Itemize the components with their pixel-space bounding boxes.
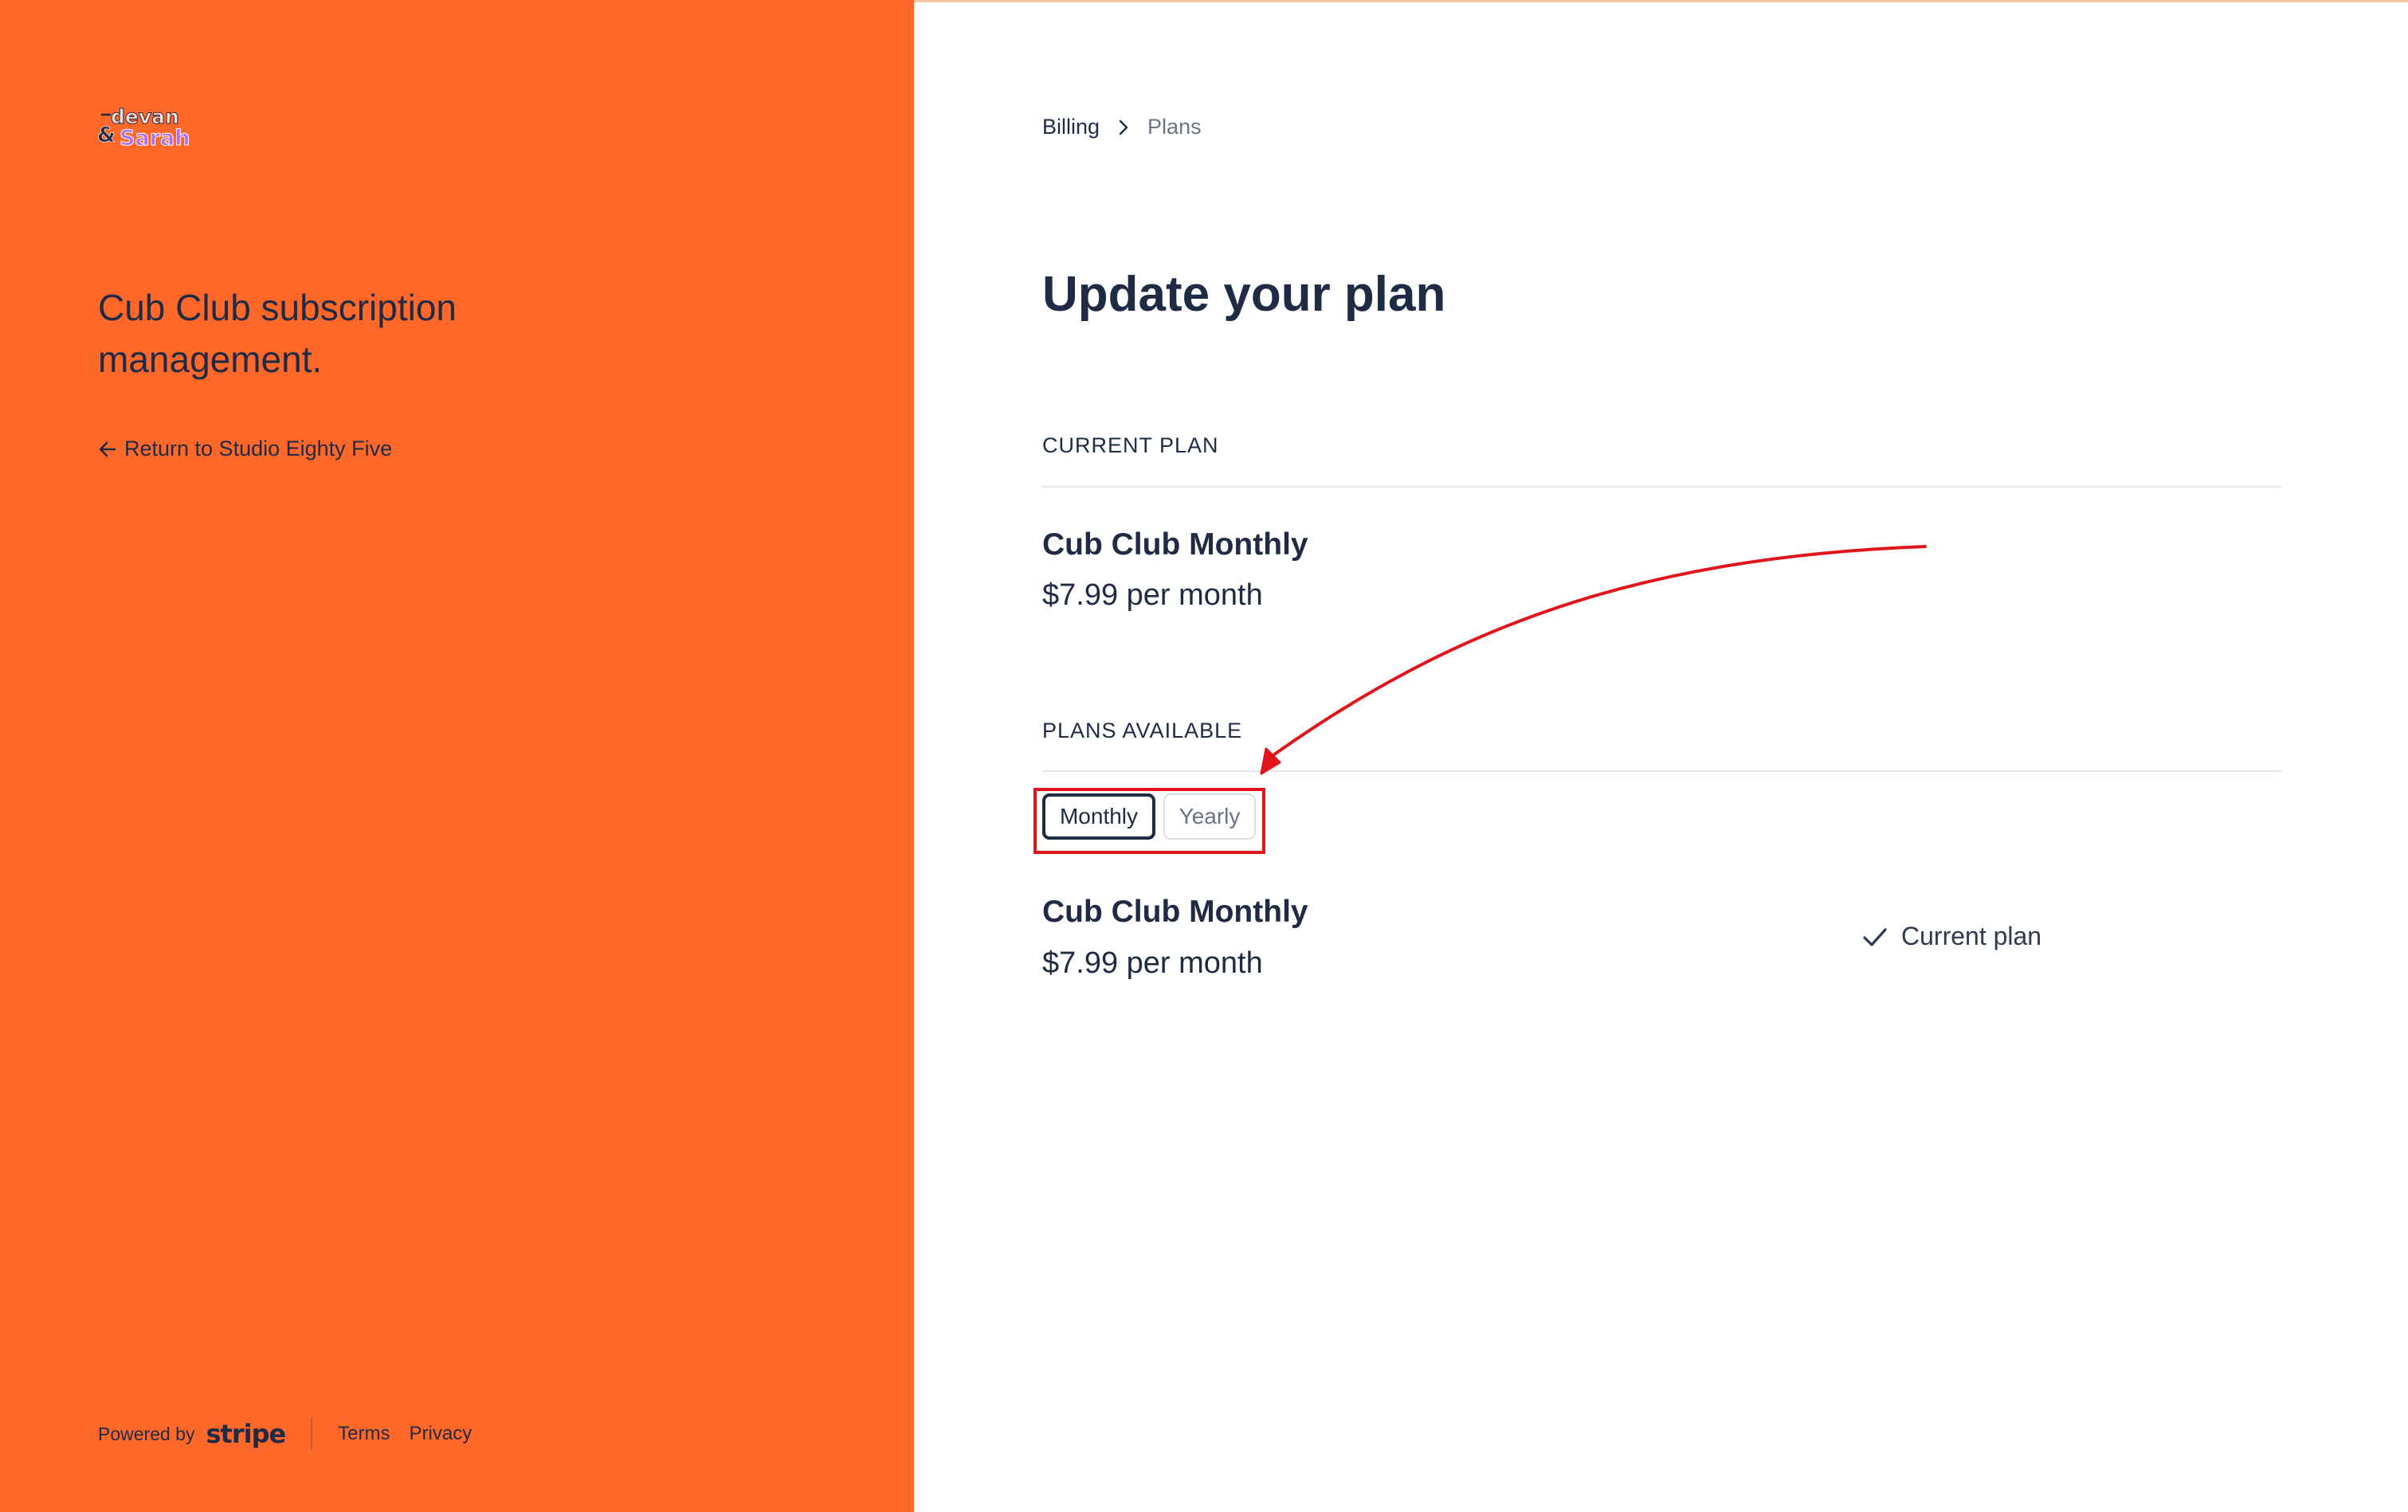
arrow-left-icon (99, 441, 116, 456)
logo-word-sarah: Sarah (120, 126, 190, 151)
sidebar-title: Cub Club subscription management. (98, 287, 457, 380)
available-plan-name: Cub Club Monthly (1042, 895, 1308, 929)
return-link-label[interactable]: Return to Studio Eighty Five (124, 437, 392, 461)
chevron-right-icon (1119, 119, 1128, 135)
current-plan-divider (1042, 486, 2281, 488)
sidebar-footer: Powered by stripe Terms Privacy (98, 1418, 491, 1450)
brand-logo-graphic: devan & Sarah (97, 105, 190, 151)
interval-monthly-button[interactable]: Monthly (1042, 793, 1155, 840)
billing-interval-toggle: Monthly Yearly (1042, 793, 1256, 840)
terms-link[interactable]: Terms (338, 1423, 390, 1445)
available-plan-price: $7.99 per month (1042, 946, 1263, 980)
breadcrumb: Billing Plans (1042, 115, 1202, 139)
interval-yearly-button[interactable]: Yearly (1163, 793, 1256, 840)
plans-available-divider (1042, 770, 2281, 772)
breadcrumb-billing[interactable]: Billing (1042, 115, 1100, 139)
logo-ampersand: & (97, 123, 116, 147)
current-plan-indicator-label: Current plan (1901, 922, 2042, 950)
page-title: Update your plan (1042, 267, 1446, 322)
current-plan-name: Cub Club Monthly (1042, 527, 1308, 562)
current-plan-price: $7.99 per month (1042, 578, 1263, 612)
breadcrumb-plans: Plans (1147, 115, 1202, 139)
check-icon (1863, 927, 1887, 946)
powered-by-stripe[interactable]: Powered by stripe (98, 1419, 286, 1449)
stripe-logo: stripe (206, 1419, 286, 1449)
sidebar: devan & Sarah Cub Club subscription mana… (0, 0, 914, 1512)
privacy-link[interactable]: Privacy (410, 1423, 473, 1445)
main-panel: Billing Plans Update your plan CURRENT P… (914, 0, 2408, 1512)
plans-available-heading: PLANS AVAILABLE (1042, 719, 1243, 742)
brand-logo[interactable]: devan & Sarah (96, 102, 194, 151)
current-plan-indicator: Current plan (1861, 922, 2041, 951)
logo-word-devan: devan (111, 105, 179, 128)
return-link[interactable]: Return to Studio Eighty Five (97, 437, 392, 461)
current-plan-heading: CURRENT PLAN (1042, 433, 1219, 457)
footer-divider (311, 1418, 313, 1450)
page: devan & Sarah Cub Club subscription mana… (0, 0, 2408, 1512)
powered-by-label: Powered by (98, 1423, 195, 1444)
